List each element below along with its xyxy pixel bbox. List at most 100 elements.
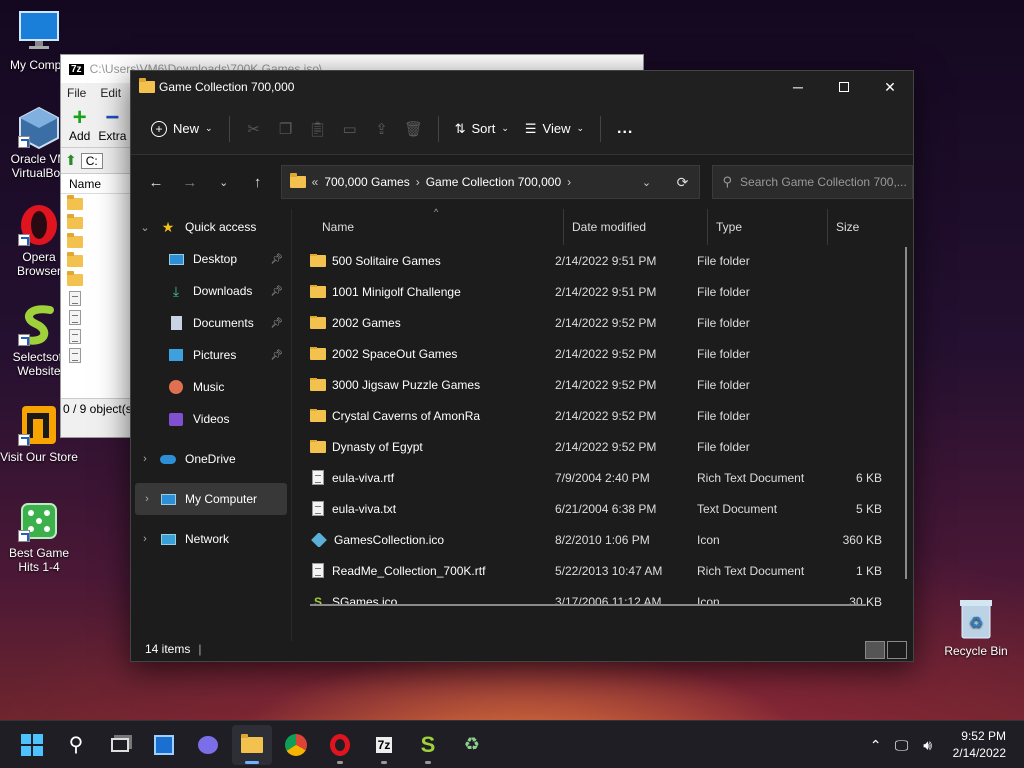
add-button[interactable]: + Add: [69, 106, 90, 144]
chevron-down-icon: ⌄: [576, 123, 585, 133]
chevron-up-icon[interactable]: ⌃: [863, 737, 889, 754]
search-button[interactable]: ⚲: [56, 725, 96, 765]
file-date: 5/22/2013 10:47 AM: [555, 563, 663, 578]
table-row[interactable]: 1001 Minigolf Challenge 2/14/2022 9:51 PM…: [292, 276, 913, 307]
delete-button[interactable]: 🗑︎: [398, 113, 430, 145]
rename-button[interactable]: ▭: [334, 113, 366, 145]
chat-button[interactable]: [188, 725, 228, 765]
file-type: File folder: [697, 439, 750, 454]
column-header-size[interactable]: Size: [828, 209, 898, 245]
up-folder-icon[interactable]: ⬆: [65, 152, 77, 169]
vertical-scrollbar[interactable]: [905, 247, 907, 579]
taskbar-chrome[interactable]: [276, 725, 316, 765]
monitor-icon: [16, 10, 62, 56]
chevron-right-icon[interactable]: ›: [416, 175, 420, 189]
table-row[interactable]: 3000 Jigsaw Puzzle Games 2/14/2022 9:52 P…: [292, 369, 913, 400]
widgets-button[interactable]: [144, 725, 184, 765]
menu-edit[interactable]: Edit: [100, 86, 121, 100]
nav-onedrive[interactable]: › OneDrive: [131, 443, 291, 475]
copy-button[interactable]: ❐: [270, 113, 302, 145]
table-row[interactable]: ReadMe_Collection_700K.rtf 5/22/2013 10:4…: [292, 555, 913, 586]
extract-button[interactable]: − Extra: [98, 106, 126, 144]
paste-button[interactable]: 📋︎: [302, 113, 334, 145]
recent-locations-button[interactable]: ⌄: [207, 166, 241, 198]
nav-downloads[interactable]: ⤓ Downloads 📌︎: [131, 275, 291, 307]
nav-desktop[interactable]: Desktop 📌︎: [131, 243, 291, 275]
share-button[interactable]: ⇪: [366, 113, 398, 145]
sort-button[interactable]: ⇅ Sort ⌄: [447, 113, 517, 145]
taskbar-file-explorer[interactable]: [232, 724, 272, 765]
breadcrumb-item[interactable]: Game Collection 700,000: [426, 175, 561, 189]
nav-quick-access[interactable]: ⌄ ★ Quick access: [131, 211, 291, 243]
table-row[interactable]: Crystal Caverns of AmonRa 2/14/2022 9:52 …: [292, 400, 913, 431]
forward-button[interactable]: →: [173, 166, 207, 198]
nav-documents[interactable]: Documents 📌︎: [131, 307, 291, 339]
pin-icon[interactable]: 📌︎: [270, 286, 283, 297]
file-name: ReadMe_Collection_700K.rtf: [332, 563, 486, 578]
back-button[interactable]: ←: [139, 166, 173, 198]
new-button[interactable]: + New ⌄: [143, 113, 221, 145]
taskbar-recycle-bin[interactable]: ♻: [452, 725, 492, 765]
table-row[interactable]: GamesCollection.ico 8/2/2010 1:06 PM Icon 3…: [292, 524, 913, 555]
cut-button[interactable]: ✂: [238, 113, 270, 145]
taskbar-selectsoft[interactable]: S: [408, 725, 448, 765]
file-date: 7/9/2004 2:40 PM: [555, 470, 650, 485]
breadcrumb-item[interactable]: 700,000 Games: [324, 175, 409, 189]
table-row[interactable]: eula-viva.rtf 7/9/2004 2:40 PM Rich Text D…: [292, 462, 913, 493]
desktop-icon-recycle-bin[interactable]: ♻ Recycle Bin: [938, 596, 1014, 658]
column-header-name[interactable]: Name ^: [292, 207, 564, 245]
nav-videos[interactable]: Videos: [131, 403, 291, 435]
file-name: 2002 SpaceOut Games: [332, 346, 458, 361]
nav-network[interactable]: › Network: [131, 523, 291, 555]
nav-label: Desktop: [193, 252, 238, 266]
horizontal-scrollbar[interactable]: [310, 604, 866, 606]
taskbar-7zip[interactable]: 7z: [364, 725, 404, 765]
search-box[interactable]: ⚲ Search Game Collection 700,...: [711, 165, 913, 199]
table-row[interactable]: 500 Solitaire Games 2/14/2022 9:51 PM File…: [292, 245, 913, 276]
table-row[interactable]: S SGames.ico 3/17/2006 11:12 AM Icon 30 KB: [292, 586, 913, 617]
chevron-right-icon[interactable]: ›: [131, 453, 159, 465]
taskbar-opera[interactable]: [320, 725, 360, 765]
sort-arrow-icon: ^: [434, 207, 439, 217]
table-row[interactable]: 2002 Games 2/14/2022 9:52 PM File folder: [292, 307, 913, 338]
file-explorer-window[interactable]: Game Collection 700,000 ─ ✕ + New ⌄ ✂ ❐ …: [130, 70, 914, 662]
refresh-button[interactable]: ⟳: [667, 174, 699, 191]
nav-pictures[interactable]: Pictures 📌︎: [131, 339, 291, 371]
chevron-right-icon[interactable]: ›: [135, 493, 159, 505]
start-button[interactable]: [12, 725, 52, 765]
pin-icon[interactable]: 📌︎: [270, 254, 283, 265]
nav-my-computer[interactable]: › My Computer: [135, 483, 287, 515]
desktop-icon-best-game-hits[interactable]: Best Game Hits 1-4: [0, 498, 78, 574]
volume-icon[interactable]: 🔊︎: [915, 737, 941, 754]
details-view-button[interactable]: [865, 641, 885, 659]
chevron-down-icon[interactable]: ⌄: [131, 221, 159, 234]
chevron-right-icon[interactable]: ›: [567, 175, 571, 189]
table-row[interactable]: Dynasty of Egypt 2/14/2022 9:52 PM File fo…: [292, 431, 913, 462]
task-view-button[interactable]: [100, 725, 140, 765]
table-row[interactable]: eula-viva.txt 6/21/2004 6:38 PM Text Docum…: [292, 493, 913, 524]
view-button[interactable]: ☰ View ⌄: [517, 113, 592, 145]
column-header-date[interactable]: Date modified: [564, 209, 708, 245]
column-header-type[interactable]: Type: [708, 209, 828, 245]
address-bar[interactable]: « 700,000 Games › Game Collection 700,00…: [280, 165, 700, 199]
breadcrumb-overflow[interactable]: «: [312, 175, 319, 189]
table-row[interactable]: 2002 SpaceOut Games 2/14/2022 9:52 PM File…: [292, 338, 913, 369]
up-button[interactable]: ↑: [241, 166, 275, 198]
folder-icon: [310, 377, 326, 391]
close-button[interactable]: ✕: [867, 71, 913, 103]
address-history-dropdown[interactable]: ⌄: [633, 176, 661, 189]
pin-icon[interactable]: 📌︎: [270, 318, 283, 329]
clock[interactable]: 9:52 PM 2/14/2022: [941, 728, 1024, 762]
maximize-button[interactable]: [821, 71, 867, 103]
large-icons-view-button[interactable]: [887, 641, 907, 659]
nav-music[interactable]: Music: [131, 371, 291, 403]
network-monitor-icon[interactable]: 🖵︎: [889, 737, 915, 754]
chevron-right-icon[interactable]: ›: [131, 533, 159, 545]
more-options-button[interactable]: ...: [609, 113, 641, 145]
address-path[interactable]: C:: [80, 152, 103, 169]
pin-icon[interactable]: 📌︎: [270, 350, 283, 361]
item-count: 14 items: [145, 642, 191, 656]
minimize-button[interactable]: ─: [775, 71, 821, 103]
menu-file[interactable]: File: [67, 86, 86, 100]
sort-label: Sort: [471, 121, 496, 136]
